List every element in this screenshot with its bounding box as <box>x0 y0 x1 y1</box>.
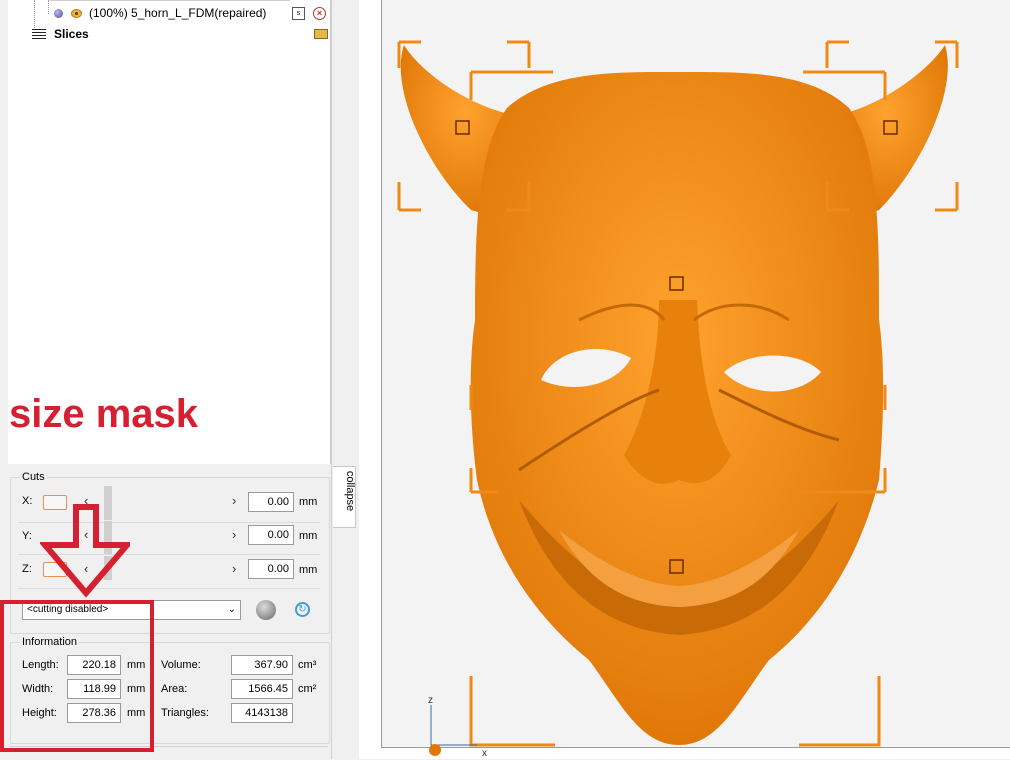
axis-x-label: x <box>482 748 487 759</box>
cut-z-input[interactable]: 0.00 <box>248 559 294 579</box>
mesh-settings-button[interactable]: s <box>292 6 305 20</box>
cut-z-label: Z: <box>22 563 32 575</box>
chevron-down-icon: ⌄ <box>227 604 236 615</box>
tree-line <box>48 0 50 14</box>
cut-y-right-arrow[interactable]: › <box>232 527 236 542</box>
highlight-box <box>0 600 154 752</box>
cut-x-label: X: <box>22 495 33 507</box>
cut-x-input[interactable]: 0.00 <box>248 492 294 512</box>
cuts-title: Cuts <box>20 471 47 483</box>
triangles-label: Triangles: <box>161 707 209 719</box>
cut-apply-icon[interactable] <box>256 600 276 620</box>
area-value: 1566.45 <box>231 679 293 699</box>
open-folder-icon[interactable] <box>314 29 328 39</box>
mesh-item-label: (100%) 5_horn_L_FDM(repaired) <box>89 6 267 20</box>
axis-z-label: z <box>428 695 433 706</box>
tree-item-mesh[interactable]: (100%) 5_horn_L_FDM(repaired) s × <box>54 4 330 22</box>
collapse-strip <box>331 0 360 759</box>
model-render[interactable] <box>359 0 1010 759</box>
cut-z-unit: mm <box>299 564 318 576</box>
volume-label: Volume: <box>161 659 201 671</box>
cut-z-right-arrow[interactable]: › <box>232 561 236 576</box>
slices-stack-icon <box>32 28 46 40</box>
cut-off-row <box>50 0 290 1</box>
cut-y-input[interactable]: 0.00 <box>248 525 294 545</box>
volume-value: 367.90 <box>231 655 293 675</box>
collapse-label[interactable]: collapse <box>344 471 356 511</box>
cut-y-unit: mm <box>299 530 318 542</box>
cut-x-right-arrow[interactable]: › <box>232 493 236 508</box>
cut-y-label: Y: <box>22 530 32 542</box>
remove-icon[interactable]: × <box>313 6 326 20</box>
down-arrow-annotation <box>40 504 130 598</box>
reset-icon[interactable]: ↻ <box>295 602 310 617</box>
slices-label: Slices <box>54 27 89 41</box>
volume-unit: cm³ <box>298 659 317 671</box>
area-label: Area: <box>161 683 188 695</box>
object-dot-icon <box>54 8 63 18</box>
visibility-eye-icon[interactable] <box>71 8 82 18</box>
cut-x-unit: mm <box>299 496 318 508</box>
tree-item-slices[interactable]: Slices <box>32 25 330 43</box>
size-mask-annotation: size mask <box>9 392 199 436</box>
area-unit: cm² <box>298 683 317 695</box>
triangles-value: 4143138 <box>231 703 293 723</box>
